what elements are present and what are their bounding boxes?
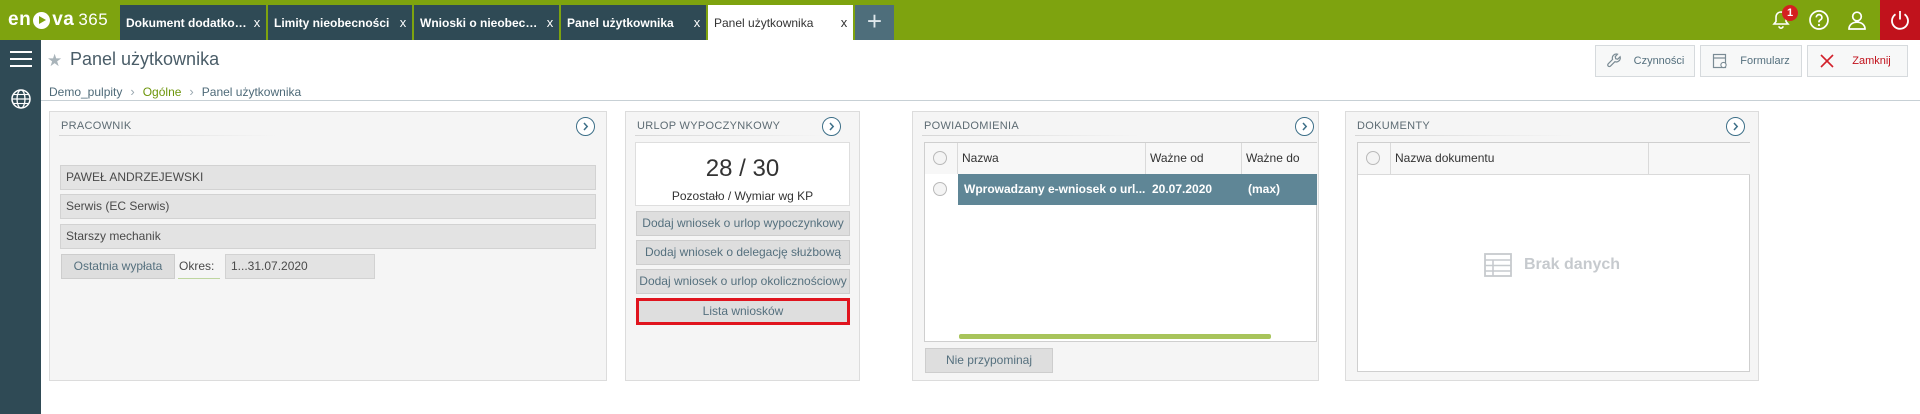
pracownik-panel: PRACOWNIK PAWEŁ ANDRZEJEWSKI Serwis (EC … <box>49 111 607 381</box>
close-icon <box>1812 46 1842 76</box>
empty-state: Brak danych <box>1484 253 1620 277</box>
add-vacation-request-button[interactable]: Dodaj wniosek o urlop wypoczynkowy <box>636 211 850 236</box>
period-field: 1...31.07.2020 <box>225 254 375 279</box>
formularz-button[interactable]: Formularz <box>1700 45 1802 77</box>
tab-close-icon[interactable]: x <box>541 15 559 30</box>
column-header[interactable]: Nazwa <box>958 143 1146 174</box>
documents-table: Nazwa dokumentu Brak danych <box>1357 142 1750 372</box>
help-button[interactable] <box>1800 0 1838 40</box>
page-title: Panel użytkownika <box>70 49 220 69</box>
employee-name-field: PAWEŁ ANDRZEJEWSKI <box>60 165 596 190</box>
notifications-table: Nazwa Ważne od Ważne do Wprowadzany e-wn… <box>924 142 1317 342</box>
breadcrumb-item[interactable]: Demo_pulpity <box>49 85 122 99</box>
chevron-right-circle-icon[interactable] <box>576 117 595 136</box>
add-special-leave-request-button[interactable]: Dodaj wniosek o urlop okolicznościowy <box>636 269 850 294</box>
play-logo-icon <box>33 11 51 29</box>
zamknij-button[interactable]: Zamknij <box>1807 45 1908 77</box>
chevron-right-icon: › <box>130 84 135 99</box>
request-list-button[interactable]: Lista wniosków <box>636 298 850 325</box>
notification-count-badge: 1 <box>1782 5 1798 21</box>
tab-close-icon[interactable]: x <box>394 15 412 30</box>
help-icon <box>1809 10 1829 30</box>
user-button[interactable] <box>1838 0 1876 40</box>
wrench-icon <box>1600 46 1630 76</box>
panel-title: POWIADOMIENIA <box>924 120 1019 132</box>
table-row[interactable]: Wprowadzany e-wniosek o url... 20.07.202… <box>958 174 1317 205</box>
globe-icon <box>10 89 31 109</box>
horizontal-scrollbar[interactable] <box>959 334 1271 339</box>
tab-limity-nieobecnosci[interactable]: Limity nieobecności x <box>268 5 412 40</box>
dismiss-reminder-button[interactable]: Nie przypominaj <box>925 348 1053 373</box>
select-all-radio[interactable] <box>933 151 947 165</box>
column-header[interactable]: Ważne do <box>1242 143 1317 174</box>
globe-button[interactable] <box>0 80 41 118</box>
column-header[interactable]: Ważne od <box>1146 143 1242 174</box>
panel-title: PRACOWNIK <box>61 120 132 132</box>
enova-logo[interactable]: en va 365 <box>8 9 108 31</box>
select-all-radio[interactable] <box>1366 151 1380 165</box>
last-pay-button[interactable]: Ostatnia wypłata <box>61 254 175 279</box>
row-select-radio[interactable] <box>933 182 947 196</box>
menu-button[interactable] <box>0 40 41 78</box>
hamburger-icon <box>9 51 32 67</box>
dokumenty-panel: DOKUMENTY Nazwa dokumentu Brak danych <box>1345 111 1759 381</box>
form-icon <box>1705 46 1735 76</box>
urlop-panel: URLOP WYPOCZYNKOWY 28 / 30 Pozostało / W… <box>625 111 860 381</box>
position-field: Starszy mechanik <box>60 224 596 249</box>
power-icon <box>1891 11 1909 30</box>
tab-close-icon[interactable]: x <box>248 15 266 30</box>
tab-dokument-dodatkowy[interactable]: Dokument dodatkow... x <box>120 5 266 40</box>
empty-state-text: Brak danych <box>1524 256 1621 273</box>
panel-title: DOKUMENTY <box>1357 120 1430 132</box>
department-field: Serwis (EC Serwis) <box>60 194 596 219</box>
tab-panel-uzytkownika[interactable]: Panel użytkownika x <box>561 5 706 40</box>
user-icon <box>1848 11 1866 30</box>
panel-title: URLOP WYPOCZYNKOWY <box>637 120 781 132</box>
table-icon <box>1484 253 1512 277</box>
tab-close-icon[interactable]: x <box>688 15 706 30</box>
add-tab-button[interactable]: + <box>855 5 894 40</box>
period-label: Okres: <box>179 259 215 273</box>
tab-panel-uzytkownika-active[interactable]: Panel użytkownika x <box>708 5 853 40</box>
tab-close-icon[interactable]: x <box>835 15 853 30</box>
chevron-right-icon: › <box>189 84 194 99</box>
vacation-days-label: Pozostało / Wymiar wg KP <box>671 189 814 203</box>
chevron-right-circle-icon[interactable] <box>822 117 841 136</box>
breadcrumb-item[interactable]: Ogólne <box>143 85 182 99</box>
breadcrumb-item: Panel użytkownika <box>201 84 302 99</box>
header-divider <box>41 100 1920 101</box>
powiadomienia-panel: POWIADOMIENIA Nazwa Ważne od Ważne do Wp… <box>912 111 1319 381</box>
top-bar: en va 365 Dokument dodatkow... x Limity ni… <box>0 0 1920 40</box>
column-header[interactable]: Nazwa dokumentu <box>1391 143 1649 174</box>
czynnosci-button[interactable]: Czynności <box>1595 45 1695 77</box>
logout-button[interactable] <box>1880 0 1920 40</box>
breadcrumb: Demo_pulpity › Ogólne › Panel użytkownik… <box>49 84 301 99</box>
notifications-button[interactable]: 1 <box>1762 0 1800 40</box>
chevron-right-circle-icon[interactable] <box>1295 117 1314 136</box>
favorite-star-icon[interactable]: ★ <box>47 51 62 71</box>
vacation-summary: 28 / 30 Pozostało / Wymiar wg KP <box>635 142 850 206</box>
tab-wnioski-o-nieobecnosci[interactable]: Wnioski o nieobecności x <box>414 5 559 40</box>
vacation-days-value: 28 / 30 <box>705 155 780 182</box>
add-delegation-request-button[interactable]: Dodaj wniosek o delegację służbową <box>636 240 850 265</box>
chevron-right-circle-icon[interactable] <box>1726 117 1745 136</box>
left-rail <box>0 40 41 414</box>
